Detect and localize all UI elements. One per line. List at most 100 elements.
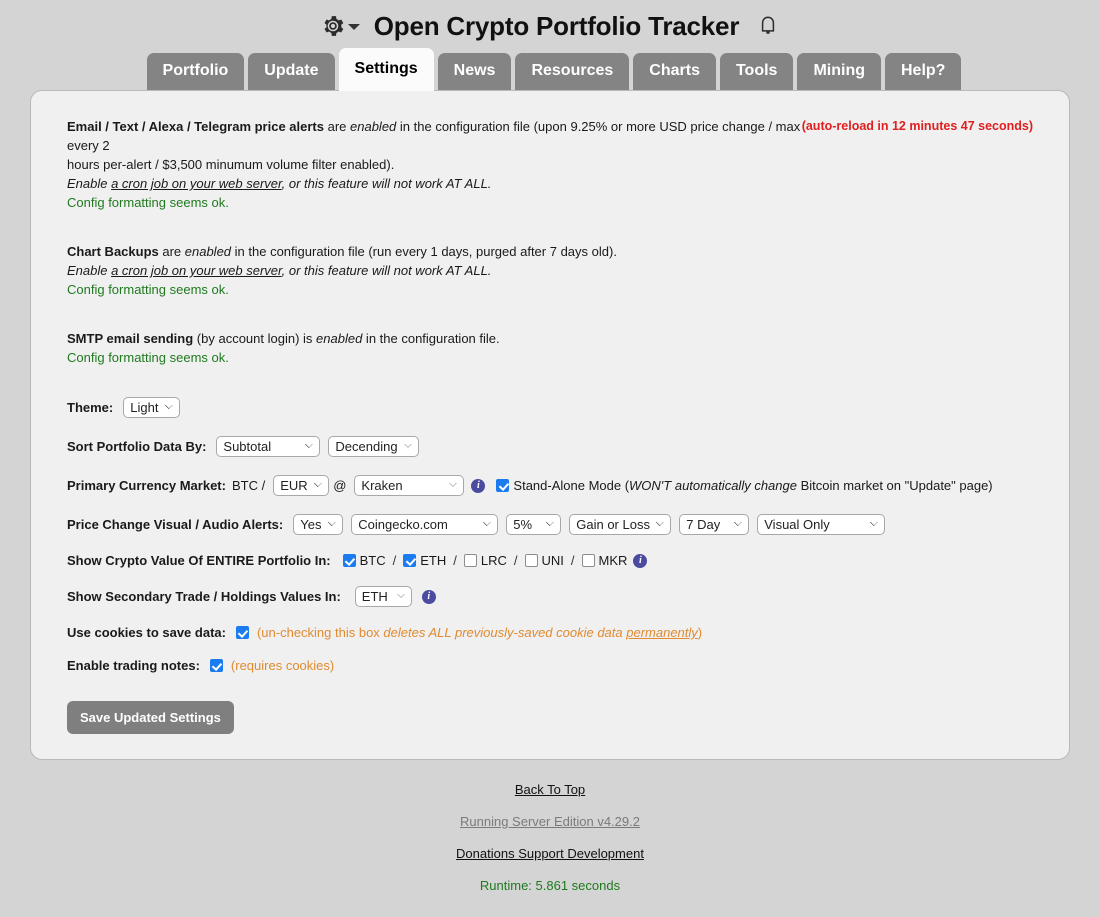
price-alerts-cron-prefix: Enable	[67, 176, 112, 191]
portfolio-coin-label-btc: BTC	[359, 553, 386, 568]
sort-field-select[interactable]: SubtotalCoinPriceHoldings	[216, 436, 321, 457]
runtime-text: Runtime: 5.861 seconds	[479, 878, 621, 893]
permanently-link[interactable]: permanently	[626, 625, 698, 640]
gear-icon[interactable]	[321, 14, 345, 38]
tab-help[interactable]: Help?	[885, 53, 962, 90]
portfolio-coin-label-lrc: LRC	[480, 553, 507, 568]
portfolio-coin-checkbox-btc[interactable]	[342, 554, 356, 567]
chart-backups-text-b: in the configuration file (run every 1 d…	[231, 244, 617, 259]
quote-currency-select[interactable]: EURUSDGBP	[273, 475, 330, 496]
chart-backups-config-status: Config formatting seems ok.	[67, 282, 229, 297]
at-symbol: @	[333, 478, 347, 493]
secondary-values-select[interactable]: ETHBTCLRCUNIMKR	[354, 586, 412, 607]
use-cookies-row: Use cookies to save data: (un-checking t…	[67, 625, 1033, 640]
stand-alone-mode-label: Stand-Alone Mode (WON'T automatically ch…	[513, 478, 993, 493]
cron-job-link[interactable]: a cron job on your web server	[111, 263, 282, 278]
bell-icon[interactable]	[757, 14, 779, 38]
tab-tools[interactable]: Tools	[719, 53, 794, 90]
trading-notes-label: Enable trading notes:	[67, 658, 200, 673]
portfolio-coin-checkbox-mkr[interactable]	[581, 554, 595, 567]
smtp-status-block: SMTP email sending (by account login) is…	[67, 329, 1033, 367]
trading-notes-row: Enable trading notes: (requires cookies)	[67, 658, 1033, 673]
chart-backups-text-a: are	[158, 244, 185, 259]
price-period-select[interactable]: 1 Day7 Day30 Day	[679, 514, 750, 535]
theme-label: Theme:	[67, 400, 114, 415]
tab-news[interactable]: News	[437, 53, 512, 90]
separator: /	[453, 553, 457, 568]
stand-alone-mode-checkbox[interactable]	[496, 479, 510, 492]
sort-direction-select[interactable]: DecendingAscending	[328, 436, 420, 457]
chevron-down-icon[interactable]	[347, 24, 360, 30]
price-alerts-text-a: are	[324, 119, 351, 134]
primary-currency-market-row: Primary Currency Market: BTC / EURUSDGBP…	[67, 475, 1033, 496]
theme-row: Theme: LightDark	[67, 397, 1033, 418]
chart-backups-title: Chart Backups	[67, 244, 159, 259]
theme-select[interactable]: LightDark	[123, 397, 181, 418]
portfolio-coin-checkbox-eth[interactable]	[403, 554, 417, 567]
tab-portfolio[interactable]: Portfolio	[146, 53, 245, 90]
price-alerts-status-block: (auto-reload in 12 minutes 47 seconds) E…	[67, 117, 1033, 212]
portfolio-coin-label-uni: UNI	[541, 553, 564, 568]
alert-mode-select[interactable]: Visual OnlyAudio OnlyVisual and Audio	[757, 514, 886, 535]
trading-notes-note: (requires cookies)	[230, 658, 335, 673]
primary-currency-base: BTC /	[231, 478, 266, 493]
separator: /	[392, 553, 397, 568]
exchange-select[interactable]: KrakenCoinbaseBinance	[354, 475, 465, 496]
separator: /	[513, 553, 518, 568]
primary-currency-label: Primary Currency Market:	[67, 478, 226, 493]
main-tabs: Portfolio Update Settings News Resources…	[0, 48, 1100, 91]
smtp-config-status: Config formatting seems ok.	[67, 350, 229, 365]
price-alerts-title: Email / Text / Alexa / Telegram price al…	[67, 119, 324, 134]
tab-resources[interactable]: Resources	[515, 53, 630, 90]
price-change-type-select[interactable]: Gain or LossGain OnlyLoss Only	[569, 514, 672, 535]
settings-menu-button[interactable]	[321, 14, 360, 38]
tab-settings[interactable]: Settings	[338, 48, 434, 91]
info-icon[interactable]: i	[471, 478, 486, 493]
sort-portfolio-label: Sort Portfolio Data By:	[67, 439, 207, 454]
price-source-select[interactable]: Coingecko.comCoinMarketCap.com	[351, 514, 499, 535]
tab-mining[interactable]: Mining	[797, 53, 881, 90]
price-alerts-enabled-word: enabled	[350, 119, 397, 134]
back-to-top-link[interactable]: Back To Top	[515, 782, 585, 797]
app-header: Open Crypto Portfolio Tracker	[0, 0, 1100, 52]
smtp-enabled-word: enabled	[316, 331, 363, 346]
smtp-text-b: in the configuration file.	[362, 331, 500, 346]
chart-backups-status-block: Chart Backups are enabled in the configu…	[67, 242, 1033, 299]
chart-backups-cron-suffix: , or this feature will not work AT ALL.	[281, 263, 492, 278]
info-icon[interactable]: i	[633, 553, 648, 568]
price-change-alerts-label: Price Change Visual / Audio Alerts:	[67, 517, 284, 532]
entire-portfolio-row: Show Crypto Value Of ENTIRE Portfolio In…	[67, 553, 1033, 568]
price-threshold-select[interactable]: 1%5%10%25%	[506, 514, 562, 535]
smtp-text-a: (by account login) is	[193, 331, 317, 346]
price-alerts-cron-suffix: , or this feature will not work AT ALL.	[281, 176, 492, 191]
secondary-values-label: Show Secondary Trade / Holdings Values I…	[67, 589, 341, 604]
trading-notes-checkbox[interactable]	[209, 659, 223, 672]
donations-link[interactable]: Donations Support Development	[456, 846, 644, 861]
price-change-alerts-row: Price Change Visual / Audio Alerts: YesN…	[67, 514, 1033, 535]
auto-reload-notice: (auto-reload in 12 minutes 47 seconds)	[801, 119, 1033, 133]
portfolio-coin-checkbox-lrc[interactable]	[463, 554, 477, 567]
portfolio-coin-checkbox-uni[interactable]	[524, 554, 538, 567]
secondary-values-row: Show Secondary Trade / Holdings Values I…	[67, 586, 1033, 607]
page-title: Open Crypto Portfolio Tracker	[373, 10, 740, 41]
cron-job-link[interactable]: a cron job on your web server	[111, 176, 282, 191]
chart-backups-enabled-word: enabled	[184, 244, 232, 259]
tab-charts[interactable]: Charts	[633, 53, 716, 90]
price-alerts-config-status: Config formatting seems ok.	[67, 195, 229, 210]
use-cookies-note: (un-checking this box deletes ALL previo…	[256, 625, 703, 640]
chart-backups-cron-prefix: Enable	[67, 263, 112, 278]
server-edition-link[interactable]: Running Server Edition v4.29.2	[460, 814, 640, 829]
price-alerts-enabled-select[interactable]: YesNo	[293, 514, 344, 535]
use-cookies-checkbox[interactable]	[235, 626, 249, 639]
save-updated-settings-button[interactable]: Save Updated Settings	[67, 701, 234, 734]
use-cookies-label: Use cookies to save data:	[67, 625, 226, 640]
smtp-title: SMTP email sending	[67, 331, 194, 346]
portfolio-coin-label-eth: ETH	[420, 553, 447, 568]
portfolio-coin-label-mkr: MKR	[598, 553, 628, 568]
price-alerts-line2: hours per-alert / $3,500 minumum volume …	[67, 157, 395, 172]
info-icon[interactable]: i	[421, 589, 436, 604]
entire-portfolio-label: Show Crypto Value Of ENTIRE Portfolio In…	[67, 553, 331, 568]
settings-panel: (auto-reload in 12 minutes 47 seconds) E…	[30, 90, 1070, 760]
page-footer: Back To Top Running Server Edition v4.29…	[0, 782, 1100, 893]
tab-update[interactable]: Update	[248, 53, 335, 90]
